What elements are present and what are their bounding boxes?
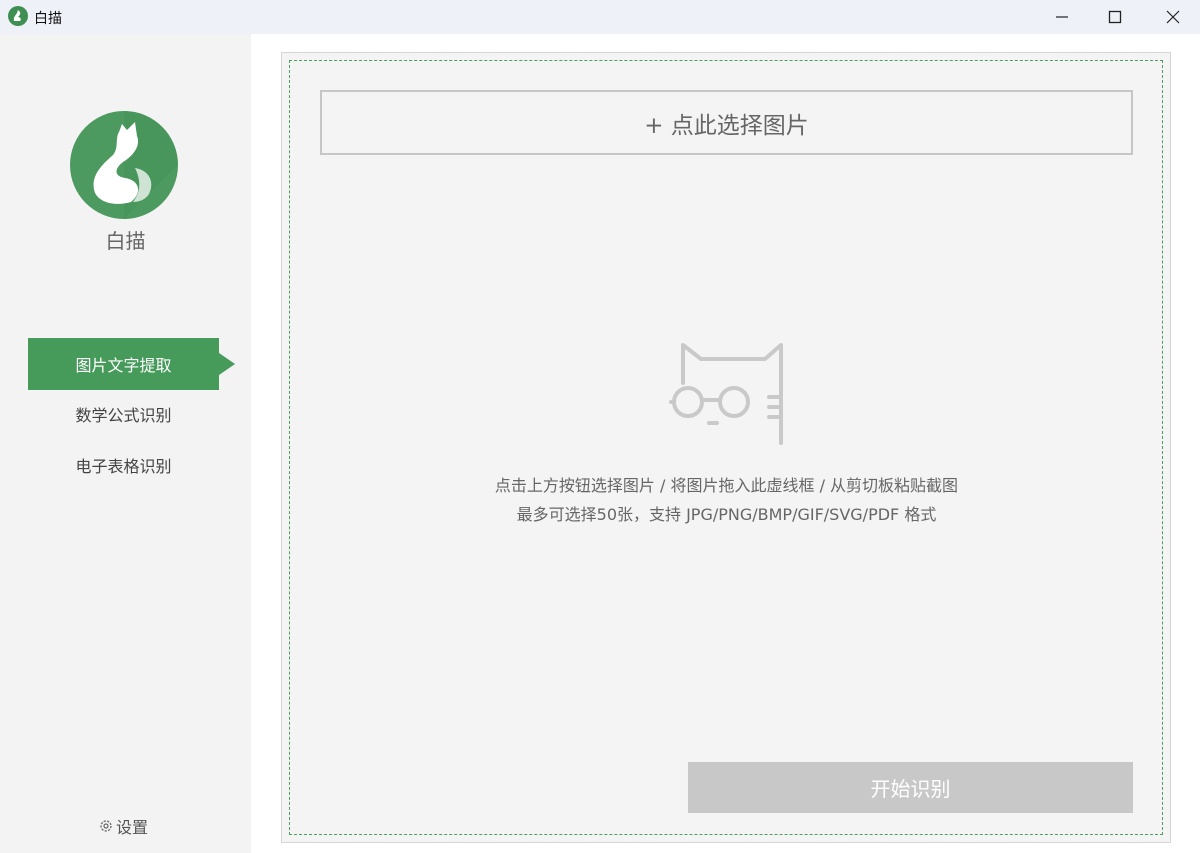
minimize-button[interactable] — [1039, 0, 1085, 34]
sidebar: 白描 图片文字提取 数学公式识别 电子表格识别 设置 — [0, 34, 251, 853]
maximize-icon — [1108, 10, 1122, 24]
nav-item-math-formula[interactable]: 数学公式识别 — [28, 388, 219, 440]
gear-icon — [100, 820, 112, 832]
window-title: 白描 — [34, 11, 62, 27]
title-bar: 白描 — [0, 0, 1200, 34]
app-logo-icon — [70, 111, 178, 219]
start-recognition-button[interactable]: 开始识别 — [688, 762, 1133, 813]
drop-zone[interactable]: + 点此选择图片 点击上方按钮选择图片 / 将图片拖入此虚线框 / 从剪切板粘贴… — [281, 52, 1171, 843]
nav-item-image-text[interactable]: 图片文字提取 — [28, 338, 235, 390]
main-area: + 点此选择图片 点击上方按钮选择图片 / 将图片拖入此虚线框 / 从剪切板粘贴… — [251, 34, 1200, 853]
cat-with-glasses-icon — [669, 343, 783, 445]
nav-item-label: 数学公式识别 — [75, 406, 172, 425]
maximize-button[interactable] — [1092, 0, 1138, 34]
hint-text-line1: 点击上方按钮选择图片 / 将图片拖入此虚线框 / 从剪切板粘贴截图 — [494, 476, 959, 495]
settings-label: 设置 — [116, 818, 149, 837]
hint-text-line2: 最多可选择50张，支持 JPG/PNG/BMP/GIF/SVG/PDF 格式 — [516, 505, 937, 524]
app-logo-icon — [8, 6, 28, 26]
nav-item-spreadsheet[interactable]: 电子表格识别 — [28, 439, 219, 491]
close-icon — [1166, 10, 1180, 24]
nav-active-indicator — [219, 353, 235, 375]
close-button[interactable] — [1150, 0, 1196, 34]
nav-item-label: 电子表格识别 — [75, 457, 172, 476]
select-image-button[interactable]: + 点此选择图片 — [320, 90, 1133, 155]
drop-zone-dashed-border — [289, 60, 1163, 835]
nav-item-label: 图片文字提取 — [75, 356, 172, 375]
settings-button[interactable]: 设置 — [98, 814, 148, 838]
minimize-icon — [1056, 16, 1068, 18]
app-name: 白描 — [105, 229, 146, 253]
